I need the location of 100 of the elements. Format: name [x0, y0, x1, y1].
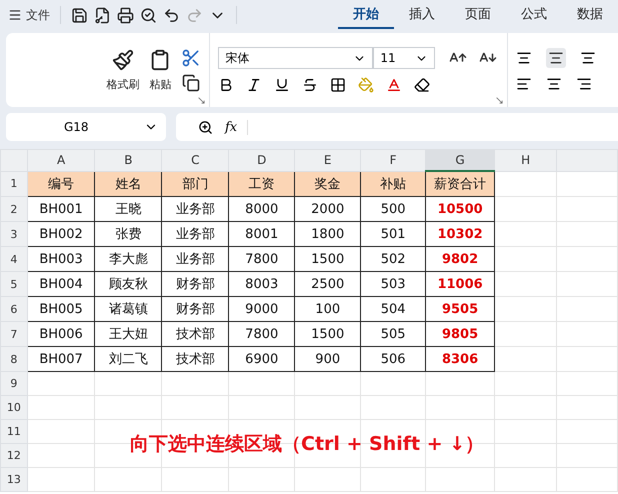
header-cell: 编号 — [27, 171, 95, 196]
table-cell: 业务部 — [162, 222, 229, 246]
font-size-field[interactable]: 11 — [373, 47, 436, 69]
table-cell: BH005 — [27, 296, 95, 322]
table-cell: 10500 — [426, 196, 495, 222]
table-cell: BH007 — [27, 346, 95, 372]
column-header[interactable]: F — [360, 150, 426, 171]
row-header[interactable]: 12 — [0, 444, 28, 468]
row-header[interactable]: 3 — [0, 222, 28, 246]
table-cell: 1500 — [294, 322, 361, 346]
column-header[interactable]: H — [494, 150, 557, 171]
column-header[interactable]: C — [162, 150, 229, 171]
copy-icon[interactable] — [182, 74, 200, 92]
ribbon-tab[interactable]: 页面 — [450, 1, 506, 29]
table-cell: 8306 — [426, 346, 495, 372]
align-right-icon[interactable] — [576, 76, 592, 92]
zoom-icon — [198, 120, 213, 134]
align-left-icon[interactable] — [516, 76, 532, 92]
ribbon-tab[interactable]: 开始 — [338, 1, 394, 29]
align-top-icon[interactable] — [516, 50, 532, 66]
caption-text: 向下选中连续区域（Ctrl + Shift + ↓） — [130, 432, 484, 457]
row-header[interactable]: 1 — [0, 171, 28, 196]
table-cell: 503 — [360, 272, 426, 296]
strikethrough-icon[interactable] — [302, 77, 318, 93]
table-cell: 7800 — [228, 246, 295, 272]
table-cell: 技术部 — [162, 346, 229, 372]
table-cell: 6900 — [228, 346, 295, 372]
table-cell: 7800 — [228, 322, 295, 346]
row-header[interactable]: 4 — [0, 246, 28, 272]
format-painter-button[interactable]: 格式刷 — [106, 49, 140, 92]
table-cell: 9802 — [426, 246, 495, 272]
dialog-launcher-icon[interactable] — [197, 96, 206, 105]
function-label: fx — [225, 120, 248, 134]
row-header[interactable]: 8 — [0, 346, 28, 372]
table-cell: 顾友秋 — [94, 272, 162, 296]
header-cell: 部门 — [162, 171, 229, 196]
ribbon-tab[interactable]: 公式 — [506, 1, 562, 29]
row-header[interactable]: 9 — [0, 372, 28, 396]
save-icon[interactable] — [71, 6, 88, 24]
menu-icon — [8, 8, 22, 22]
column-header[interactable]: B — [94, 150, 162, 171]
table-cell: 2000 — [294, 196, 361, 222]
table-cell: 500 — [360, 196, 426, 222]
table-cell: 刘二飞 — [94, 346, 162, 372]
table-cell: 财务部 — [162, 272, 229, 296]
table-cell: 业务部 — [162, 246, 229, 272]
row-header[interactable]: 7 — [0, 322, 28, 346]
table-cell: 2500 — [294, 272, 361, 296]
formula-bar[interactable]: fx — [176, 113, 618, 141]
row-header[interactable]: 6 — [0, 296, 28, 322]
row-header[interactable]: 2 — [0, 196, 28, 222]
table-cell: 9805 — [426, 322, 495, 346]
table-cell: 张费 — [94, 222, 162, 246]
row-header[interactable]: 5 — [0, 272, 28, 296]
font-color-icon[interactable] — [386, 77, 402, 93]
header-cell: 姓名 — [94, 171, 162, 196]
border-icon[interactable] — [330, 77, 346, 93]
underline-icon[interactable] — [274, 77, 290, 93]
align-center-icon[interactable] — [546, 76, 562, 92]
column-header[interactable]: G — [426, 150, 495, 171]
ribbon-tab[interactable]: 插入 — [394, 1, 450, 29]
fill-color-icon[interactable] — [358, 77, 374, 93]
table-cell: 李大彪 — [94, 246, 162, 272]
table-cell: 505 — [360, 322, 426, 346]
table-cell: 诸葛镇 — [94, 296, 162, 322]
table-cell: 王晓 — [94, 196, 162, 222]
font-name-field[interactable]: 宋体 — [218, 47, 374, 69]
header-cell: 工资 — [228, 171, 295, 196]
file-menu[interactable]: 文件 — [8, 6, 50, 24]
column-header[interactable]: E — [294, 150, 361, 171]
undo-icon[interactable] — [163, 6, 180, 24]
row-header[interactable]: 13 — [0, 468, 28, 492]
paste-button[interactable]: 粘贴 — [149, 49, 172, 92]
table-cell: 技术部 — [162, 322, 229, 346]
preview-icon[interactable] — [140, 6, 157, 24]
table-cell: BH003 — [27, 246, 95, 272]
header-cell: 薪资合计 — [426, 171, 495, 196]
column-header[interactable]: D — [228, 150, 295, 171]
align-middle-icon[interactable] — [548, 50, 564, 66]
eraser-icon[interactable] — [414, 77, 430, 93]
print-icon[interactable] — [117, 6, 134, 24]
column-header[interactable]: A — [27, 150, 95, 171]
row-header[interactable]: 11 — [0, 420, 28, 444]
align-bottom-icon[interactable] — [580, 50, 596, 66]
table-cell: 100 — [294, 296, 361, 322]
table-cell: 502 — [360, 246, 426, 272]
ribbon-tab[interactable]: 数据 — [562, 1, 618, 29]
table-cell: 8000 — [228, 196, 295, 222]
name-box[interactable]: G18 — [6, 113, 166, 141]
italic-icon[interactable] — [246, 77, 262, 93]
row-header[interactable]: 10 — [0, 396, 28, 420]
table-cell: 财务部 — [162, 296, 229, 322]
key-icon[interactable] — [94, 6, 111, 24]
table-cell: BH002 — [27, 222, 95, 246]
table-cell: 1800 — [294, 222, 361, 246]
scissors-icon[interactable] — [181, 48, 202, 68]
dialog-launcher-icon[interactable] — [495, 96, 504, 105]
table-cell: 9000 — [228, 296, 295, 322]
header-cell: 奖金 — [294, 171, 361, 196]
table-cell: 9505 — [426, 296, 495, 322]
